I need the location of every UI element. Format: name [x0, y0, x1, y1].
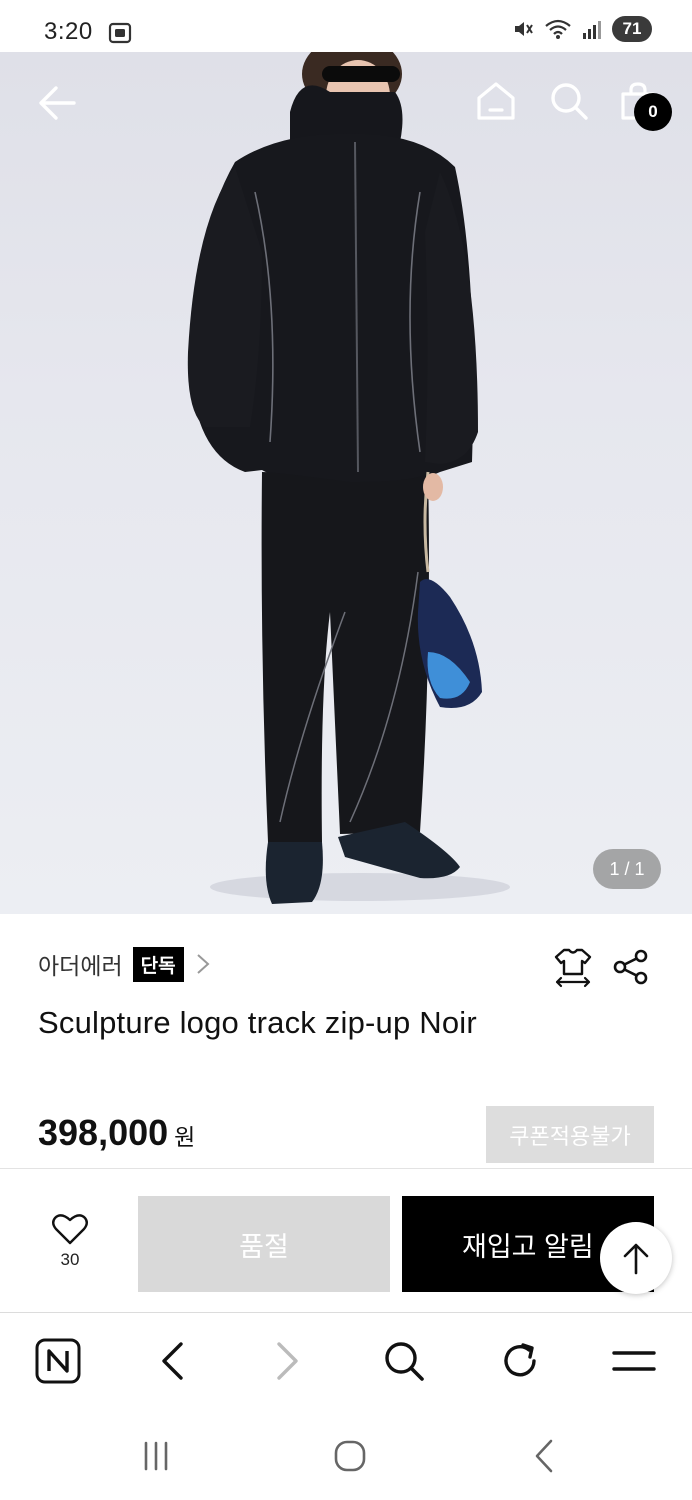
wishlist-count: 30: [60, 1250, 80, 1269]
arrow-up-icon: [623, 1243, 649, 1275]
status-bar: 3:20 71: [0, 0, 692, 52]
status-icons: 71: [512, 16, 652, 42]
brand-name: 아더에러: [38, 953, 123, 979]
back-icon: [162, 1342, 183, 1380]
home-icon: [334, 1440, 366, 1472]
share-icon[interactable]: [612, 948, 650, 986]
product-photo: [187, 52, 510, 904]
browser-forward-button[interactable]: [262, 1335, 314, 1387]
wifi-icon: [545, 19, 571, 39]
price-row: 398,000 원: [38, 1112, 195, 1154]
price-currency: 원: [174, 1124, 196, 1150]
menu-icon: [612, 1351, 656, 1371]
search-icon[interactable]: [548, 80, 590, 122]
battery-indicator: 71: [612, 16, 652, 42]
recents-button[interactable]: [132, 1434, 180, 1478]
screen-record-icon: [108, 22, 132, 44]
image-counter: 1 / 1: [593, 849, 661, 889]
search-icon: [385, 1342, 424, 1381]
naver-home-button[interactable]: [32, 1335, 84, 1387]
browser-toolbar: [0, 1312, 692, 1408]
cart-count-badge: 0: [634, 93, 672, 131]
browser-back-button[interactable]: [146, 1335, 198, 1387]
status-time: 3:20: [44, 18, 93, 45]
browser-refresh-button[interactable]: [494, 1335, 546, 1387]
brand-link[interactable]: 아더에러 단독: [38, 946, 212, 982]
system-navigation: [0, 1408, 692, 1500]
browser-menu-button[interactable]: [608, 1335, 660, 1387]
heart-icon: [52, 1214, 88, 1245]
mute-icon: [515, 22, 533, 36]
soldout-button[interactable]: 품절: [138, 1196, 390, 1292]
exclusive-badge: 단독: [132, 946, 184, 982]
divider: [0, 1168, 692, 1169]
wishlist-button[interactable]: 30: [40, 1212, 100, 1284]
chevron-right-icon: [196, 954, 210, 974]
back-arrow-icon[interactable]: [36, 82, 78, 124]
home-icon[interactable]: [474, 80, 518, 122]
refresh-icon: [504, 1343, 536, 1377]
signal-icon: [583, 21, 601, 39]
system-back-button[interactable]: [520, 1434, 568, 1478]
size-fit-icon[interactable]: [554, 946, 592, 988]
product-price: 398,000: [38, 1112, 169, 1153]
forward-icon: [277, 1342, 298, 1380]
naver-n-icon: [35, 1338, 81, 1384]
browser-search-button[interactable]: [378, 1335, 430, 1387]
recents-icon: [144, 1441, 168, 1471]
back-icon: [535, 1439, 553, 1473]
product-image[interactable]: 0 1 / 1: [0, 52, 692, 914]
product-title: Sculpture logo track zip-up Noir: [38, 1005, 477, 1040]
scroll-top-button[interactable]: [600, 1222, 672, 1294]
coupon-unavailable-button[interactable]: 쿠폰적용불가: [486, 1106, 654, 1163]
system-home-button[interactable]: [326, 1434, 374, 1478]
